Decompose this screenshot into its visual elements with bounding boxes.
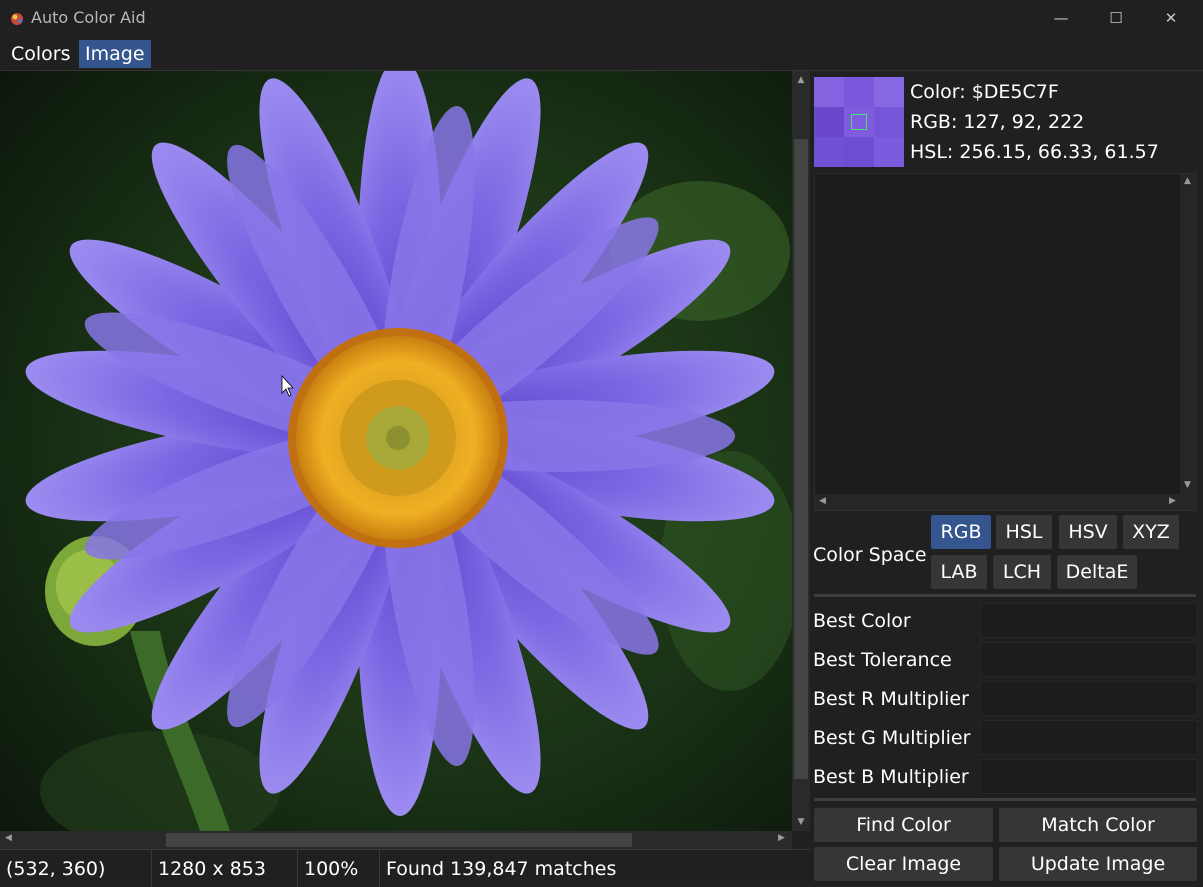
scroll-left-icon[interactable]: ◀ <box>5 833 12 843</box>
clear-image-button[interactable]: Clear Image <box>814 847 993 881</box>
status-message: Found 139,847 matches <box>386 858 617 880</box>
update-image-button[interactable]: Update Image <box>999 847 1197 881</box>
list-vertical-scrollbar[interactable]: ▲ ▼ <box>1180 174 1196 494</box>
color-space-hsv[interactable]: HSV <box>1059 515 1117 549</box>
status-zoom: 100% <box>298 850 380 887</box>
scroll-up-icon[interactable]: ▲ <box>1184 176 1191 186</box>
scroll-left-icon[interactable]: ◀ <box>819 496 826 506</box>
menu-bar: Colors Image <box>0 37 1203 71</box>
best-g-multiplier-field[interactable] <box>980 720 1198 755</box>
color-hsl-label: HSL: 256.15, 66.33, 61.57 <box>910 141 1159 163</box>
maximize-button[interactable]: ☐ <box>1089 0 1143 37</box>
separator <box>814 798 1196 801</box>
best-g-multiplier-label: Best G Multiplier <box>813 727 971 749</box>
title-bar: Auto Color Aid — ☐ ✕ <box>0 0 1203 37</box>
minimize-button[interactable]: — <box>1034 0 1088 37</box>
best-color-field[interactable] <box>980 603 1198 638</box>
color-space-lab[interactable]: LAB <box>931 555 987 589</box>
best-tolerance-label: Best Tolerance <box>813 649 952 671</box>
status-bar: (532, 360) 1280 x 853 100% Found 139,847… <box>0 849 810 887</box>
color-space-lch[interactable]: LCH <box>993 555 1051 589</box>
image-vertical-scrollbar[interactable]: ▲ ▼ <box>792 71 810 831</box>
scroll-down-icon[interactable]: ▼ <box>1184 480 1191 490</box>
best-r-multiplier-label: Best R Multiplier <box>813 688 969 710</box>
color-space-rgb[interactable]: RGB <box>931 515 991 549</box>
scroll-right-icon[interactable]: ▶ <box>1169 496 1176 506</box>
best-tolerance-field[interactable] <box>980 642 1198 677</box>
color-space-xyz[interactable]: XYZ <box>1123 515 1179 549</box>
color-list[interactable]: ▲ ▼ ◀ ▶ <box>814 173 1197 511</box>
image-viewer[interactable] <box>0 71 792 831</box>
image-horizontal-scrollbar[interactable]: ◀ ▶ <box>0 831 792 849</box>
best-r-multiplier-field[interactable] <box>980 681 1198 716</box>
flower-image <box>0 71 792 831</box>
color-hex-label: Color: $DE5C7F <box>910 81 1059 103</box>
app-icon <box>11 13 23 25</box>
scroll-down-icon[interactable]: ▼ <box>792 817 810 827</box>
best-b-multiplier-field[interactable] <box>980 759 1198 794</box>
side-panel: Color: $DE5C7F RGB: 127, 92, 222 HSL: 25… <box>810 71 1203 887</box>
scroll-right-icon[interactable]: ▶ <box>778 833 785 843</box>
menu-image[interactable]: Image <box>79 40 151 68</box>
list-horizontal-scrollbar[interactable]: ◀ ▶ <box>815 494 1196 510</box>
color-space-hsl[interactable]: HSL <box>996 515 1052 549</box>
find-color-button[interactable]: Find Color <box>814 808 993 842</box>
status-cursor-position: (532, 360) <box>0 850 152 887</box>
close-button[interactable]: ✕ <box>1144 0 1198 37</box>
zoom-target-marker <box>851 114 867 130</box>
color-rgb-label: RGB: 127, 92, 222 <box>910 111 1085 133</box>
menu-colors[interactable]: Colors <box>5 40 77 68</box>
best-b-multiplier-label: Best B Multiplier <box>813 766 969 788</box>
status-image-size: 1280 x 853 <box>152 850 298 887</box>
color-space-label: Color Space <box>813 544 927 566</box>
match-color-button[interactable]: Match Color <box>999 808 1197 842</box>
window-title: Auto Color Aid <box>31 8 146 27</box>
color-space-deltae[interactable]: DeltaE <box>1057 555 1137 589</box>
best-color-label: Best Color <box>813 610 911 632</box>
separator <box>814 594 1196 597</box>
scroll-thumb[interactable] <box>794 139 808 779</box>
scroll-up-icon[interactable]: ▲ <box>792 75 810 85</box>
color-zoom-preview <box>814 77 904 167</box>
scroll-thumb[interactable] <box>166 833 632 847</box>
